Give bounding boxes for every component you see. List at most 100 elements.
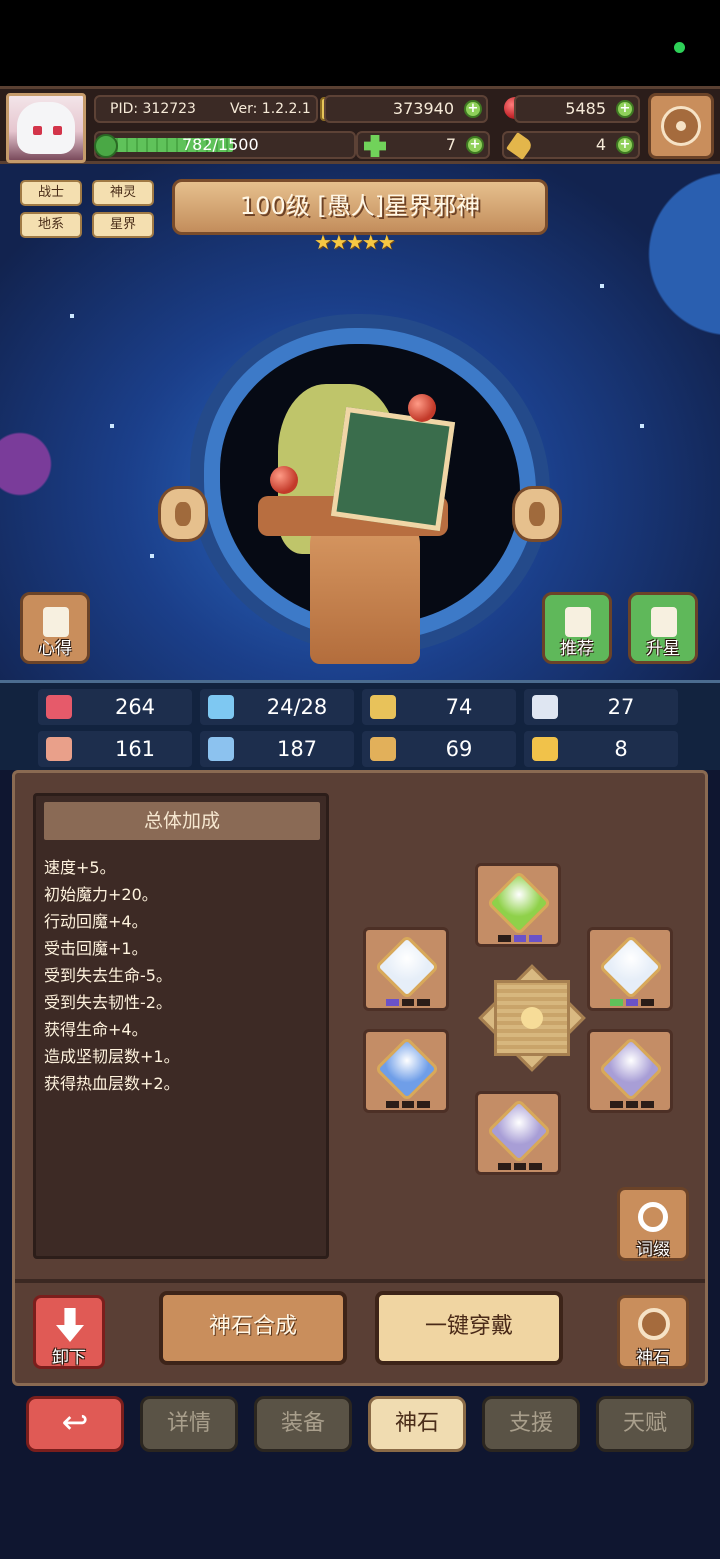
gem-slot-right-lower[interactable]	[587, 1029, 673, 1113]
stats-panel: 264 24/28 74 27 161 187 69 8	[0, 680, 720, 770]
tab-talent[interactable]: 天赋	[596, 1396, 694, 1452]
slot-pips	[610, 999, 655, 1006]
orb	[408, 394, 436, 422]
panel-divider	[15, 1279, 705, 1283]
version-text: Ver: 1.2.2.1	[230, 101, 311, 117]
clover-icon	[364, 135, 386, 157]
total-bonus-box: 总体加成 速度+5。 初始魔力+20。 行动回魔+4。 受击回魔+1。 受到失去…	[33, 793, 329, 1259]
star-decoration	[150, 554, 154, 558]
hero-title: 100级 [愚人]星界邪神	[172, 179, 548, 235]
gem-slot-left-upper[interactable]	[363, 927, 449, 1011]
equip-all-button[interactable]: 一键穿戴	[375, 1291, 563, 1365]
gem-slot-left-lower[interactable]	[363, 1029, 449, 1113]
stat-value: 69	[445, 737, 473, 761]
gem-slot-top[interactable]	[475, 863, 561, 947]
add-gold-button[interactable]: +	[464, 100, 482, 118]
ascend-button[interactable]: 升星	[628, 592, 698, 664]
add-pickaxe-button[interactable]: +	[616, 136, 634, 154]
pickaxe-counter: 4 +	[502, 131, 640, 160]
stat-value: 27	[607, 695, 635, 719]
back-button[interactable]	[26, 1396, 124, 1452]
stat-value: 187	[276, 737, 318, 761]
pid-text: PID: 312723	[110, 101, 196, 117]
purple-gem-icon	[486, 1098, 552, 1164]
tab-equipment[interactable]: 装备	[254, 1396, 352, 1452]
bonus-line: 行动回魔+4。	[44, 912, 148, 931]
hero-character[interactable]	[258, 384, 478, 674]
wing-icon	[532, 695, 558, 719]
insight-button[interactable]: 心得	[20, 592, 90, 664]
player-avatar[interactable]	[6, 93, 86, 163]
tag-race: 神灵	[92, 180, 154, 206]
thumbs-up-icon	[565, 607, 591, 637]
clover-value: 7	[445, 135, 456, 154]
bonus-list: 速度+5。 初始魔力+20。 行动回魔+4。 受击回魔+1。 受到失去生命-5。…	[44, 854, 322, 1097]
water-drop-icon	[208, 695, 234, 719]
hero-rating-stars: ★★★★★	[314, 230, 396, 254]
affix-button[interactable]: 词缀	[617, 1187, 689, 1261]
unequip-button[interactable]: 卸下	[33, 1295, 105, 1369]
gold-counter: 373940 +	[324, 95, 488, 123]
stat-value: 8	[614, 737, 628, 761]
orb	[270, 466, 298, 494]
slot-pips	[386, 999, 431, 1006]
unequip-label: 卸下	[52, 1348, 86, 1368]
insight-label: 心得	[38, 639, 72, 659]
stat-armor: 74	[362, 689, 516, 725]
fist-icon	[46, 737, 72, 761]
stat-intellect: 187	[200, 731, 354, 767]
total-bonus-title: 总体加成	[44, 802, 320, 840]
avatar-hair	[17, 102, 75, 154]
xp-bar: 782/1500	[94, 131, 356, 159]
affix-label: 词缀	[636, 1240, 670, 1260]
gem-slot-right-upper[interactable]	[587, 927, 673, 1011]
slot-pips	[610, 1101, 655, 1108]
bonus-line: 速度+5。	[44, 858, 116, 877]
tag-realm: 星界	[92, 212, 154, 238]
gear-icon	[661, 106, 701, 146]
next-hero-button[interactable]	[512, 486, 562, 542]
bonus-line: 受到失去生命-5。	[44, 966, 172, 985]
xp-icon	[94, 134, 118, 158]
purple-gem-icon	[598, 1036, 664, 1102]
settings-button[interactable]	[648, 93, 714, 159]
tab-support[interactable]: 支援	[482, 1396, 580, 1452]
tag-class: 战士	[20, 180, 82, 206]
book-icon	[208, 737, 234, 761]
bonus-line: 获得热血层数+2。	[44, 1074, 180, 1093]
character-tablet	[330, 406, 456, 532]
hero-scene: 战士 神灵 地系 星界 100级 [愚人]星界邪神 ★★★★★ 心得 推荐 升星	[0, 164, 720, 680]
shield-icon	[370, 695, 396, 719]
scroll-icon	[370, 737, 396, 761]
tab-details[interactable]: 详情	[140, 1396, 238, 1452]
godstone-panel: 总体加成 速度+5。 初始魔力+20。 行动回魔+4。 受击回魔+1。 受到失去…	[12, 770, 708, 1386]
star-decoration	[600, 284, 604, 288]
godstone-label: 神石	[636, 1348, 670, 1368]
top-header: PID: 312723 Ver: 1.2.2.1 373940 + 5485 +…	[0, 86, 720, 164]
godstone-button[interactable]: 神石	[617, 1295, 689, 1369]
clover-counter: 7 +	[356, 131, 490, 159]
stat-speed: 27	[524, 689, 678, 725]
recommend-label: 推荐	[560, 639, 594, 659]
bonus-line: 造成坚韧层数+1。	[44, 1047, 180, 1066]
stat-strength: 161	[38, 731, 192, 767]
star-decoration	[110, 424, 114, 428]
gem-slot-bottom[interactable]	[475, 1091, 561, 1175]
godstone-icon	[638, 1308, 670, 1340]
add-clover-button[interactable]: +	[466, 136, 484, 154]
add-gem-button[interactable]: +	[616, 100, 634, 118]
previous-hero-button[interactable]	[158, 486, 208, 542]
resource-panel: PID: 312723 Ver: 1.2.2.1 373940 + 5485 +…	[94, 95, 640, 160]
bonus-line: 获得生命+4。	[44, 1020, 148, 1039]
green-gem-icon	[486, 870, 552, 936]
stat-value: 161	[114, 737, 156, 761]
heart-icon	[46, 695, 72, 719]
stat-mana: 24/28	[200, 689, 354, 725]
gold-value: 373940	[392, 99, 454, 118]
recommend-button[interactable]: 推荐	[542, 592, 612, 664]
status-bar	[0, 0, 720, 86]
synthesize-button[interactable]: 神石合成	[159, 1291, 347, 1365]
stat-health: 264	[38, 689, 192, 725]
tab-godstone[interactable]: 神石	[368, 1396, 466, 1452]
pickaxe-value: 4	[595, 135, 606, 154]
